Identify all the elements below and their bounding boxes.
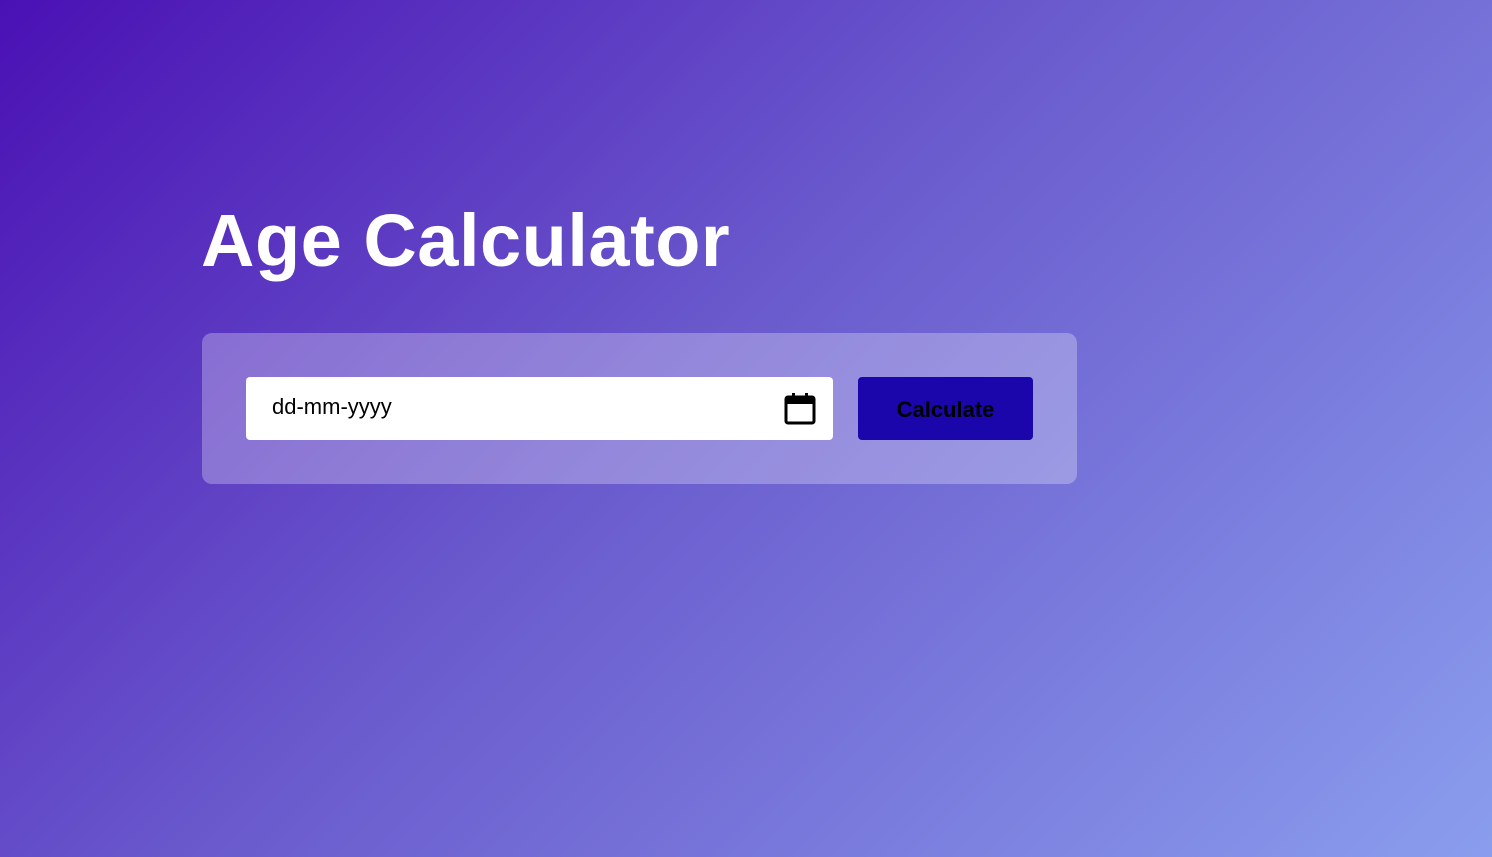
calculate-button[interactable]: Calculate xyxy=(858,377,1033,440)
age-form-card: dd-mm-yyyy Calculate xyxy=(202,333,1077,484)
calendar-icon[interactable] xyxy=(783,392,817,426)
date-placeholder: dd-mm-yyyy xyxy=(272,394,392,419)
page-title: Age Calculator xyxy=(201,199,731,282)
birthdate-input[interactable]: dd-mm-yyyy xyxy=(246,377,833,440)
